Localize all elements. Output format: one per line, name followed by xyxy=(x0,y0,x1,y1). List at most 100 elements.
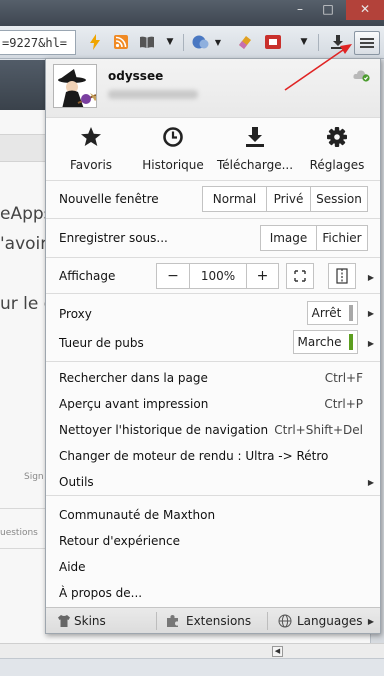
print-preview-shortcut: Ctrl+P xyxy=(324,397,363,411)
proxy-submenu-arrow-icon[interactable]: ▶ xyxy=(368,309,374,318)
extensions-button[interactable]: Extensions xyxy=(186,608,251,634)
reader-book-icon[interactable] xyxy=(136,31,158,53)
zoom-out-button[interactable]: − xyxy=(157,264,189,288)
skins-tshirt-icon xyxy=(58,615,70,627)
zoom-control: − 100% + xyxy=(156,263,279,289)
adblock-state: Marche xyxy=(297,335,342,349)
profile-email-blurred xyxy=(108,90,198,99)
footer-separator xyxy=(156,612,157,630)
globe-icon xyxy=(278,614,292,628)
page-text-fragment: 'avoir xyxy=(0,234,48,254)
new-window-label: Nouvelle fenêtre xyxy=(59,192,159,206)
window-title-bar: – □ ✕ xyxy=(0,0,384,26)
toolbox-icon[interactable] xyxy=(262,31,284,53)
clear-history-item[interactable]: Nettoyer l'historique de navigation xyxy=(59,423,268,437)
minimize-icon[interactable]: – xyxy=(286,0,314,20)
gear-icon xyxy=(327,127,347,147)
history-button[interactable]: Historique xyxy=(131,124,215,180)
main-menu-button[interactable] xyxy=(354,31,380,55)
skins-button[interactable]: Skins xyxy=(74,608,106,634)
save-as-image-button[interactable]: Image xyxy=(261,226,316,250)
browser-toolbar: =9227&hl= ▼ ▼ ▼ xyxy=(0,26,384,59)
settings-label: Réglages xyxy=(309,158,365,172)
fullscreen-icon xyxy=(294,270,306,282)
find-in-page-item[interactable]: Rechercher dans la page xyxy=(59,371,208,385)
separator xyxy=(46,361,380,362)
lightning-icon[interactable] xyxy=(84,31,106,53)
help-item[interactable]: Aide xyxy=(59,560,86,574)
settings-button[interactable]: Réglages xyxy=(295,124,379,180)
translate-icon[interactable] xyxy=(190,31,212,53)
find-in-page-shortcut: Ctrl+F xyxy=(324,371,363,385)
maximize-icon[interactable]: □ xyxy=(314,0,342,20)
proxy-off-indicator xyxy=(349,305,353,321)
clock-icon xyxy=(163,127,183,147)
main-menu-dropdown: odyssee Favoris Historique Télécharge...… xyxy=(45,58,381,634)
split-view-icon xyxy=(336,268,348,284)
new-window-normal-button[interactable]: Normal xyxy=(203,187,266,211)
toolbar-separator xyxy=(183,34,184,51)
adblock-submenu-arrow-icon[interactable]: ▶ xyxy=(368,339,374,348)
separator xyxy=(46,180,380,181)
chevron-down-icon[interactable]: ▼ xyxy=(212,31,224,53)
new-window-options: Normal Privé Session xyxy=(202,186,368,212)
profile-username: odyssee xyxy=(108,69,164,83)
adblock-label: Tueur de pubs xyxy=(59,336,144,350)
page-small-text: Sign xyxy=(24,472,44,482)
save-as-options: Image Fichier xyxy=(260,225,368,251)
download-icon[interactable] xyxy=(327,31,349,53)
rss-icon[interactable] xyxy=(110,31,132,53)
downloads-button[interactable]: Télécharge... xyxy=(213,124,297,180)
proxy-toggle[interactable]: Arrêt xyxy=(307,301,358,325)
profile-header[interactable]: odyssee xyxy=(46,59,380,117)
zoom-in-button[interactable]: + xyxy=(246,264,278,288)
star-icon xyxy=(81,127,101,146)
menu-lines-icon xyxy=(360,38,374,40)
community-item[interactable]: Communauté de Maxthon xyxy=(59,508,215,522)
page-header-banner xyxy=(0,60,46,110)
divider xyxy=(0,508,46,509)
separator xyxy=(46,117,380,118)
print-preview-item[interactable]: Aperçu avant impression xyxy=(59,397,208,411)
menu-footer: Skins Extensions Languages ▶ xyxy=(46,607,380,633)
about-item[interactable]: À propos de... xyxy=(59,586,142,600)
horizontal-scrollbar[interactable]: ◀ xyxy=(0,643,384,658)
save-as-file-button[interactable]: Fichier xyxy=(316,226,367,250)
proxy-state: Arrêt xyxy=(311,306,342,320)
eraser-icon[interactable] xyxy=(234,31,256,53)
split-view-button[interactable] xyxy=(328,263,356,289)
chevron-down-icon[interactable]: ▼ xyxy=(162,31,178,53)
close-icon[interactable]: ✕ xyxy=(346,0,384,20)
separator xyxy=(46,293,380,294)
favorites-button[interactable]: Favoris xyxy=(49,124,133,180)
languages-button[interactable]: Languages xyxy=(297,608,362,634)
cloud-sync-icon[interactable] xyxy=(353,68,371,82)
extensions-puzzle-icon xyxy=(167,615,178,627)
avatar xyxy=(53,64,97,108)
feedback-item[interactable]: Retour d'expérience xyxy=(59,534,180,548)
tools-item[interactable]: Outils xyxy=(59,475,94,489)
languages-submenu-arrow-icon[interactable]: ▶ xyxy=(368,617,374,626)
address-bar[interactable]: =9227&hl= xyxy=(0,30,76,55)
new-window-private-button[interactable]: Privé xyxy=(266,187,310,211)
display-submenu-arrow-icon[interactable]: ▶ xyxy=(368,273,374,282)
scroll-left-icon[interactable]: ◀ xyxy=(272,646,283,657)
chevron-down-icon[interactable]: ▼ xyxy=(293,31,315,53)
favorites-label: Favoris xyxy=(69,158,113,172)
proxy-label: Proxy xyxy=(59,307,92,321)
separator xyxy=(46,218,380,219)
switch-render-engine-item[interactable]: Changer de moteur de rendu : Ultra -> Ré… xyxy=(59,449,328,463)
downloads-label: Télécharge... xyxy=(216,158,294,172)
history-label: Historique xyxy=(142,158,204,172)
divider xyxy=(0,548,46,549)
tools-submenu-arrow-icon[interactable]: ▶ xyxy=(368,478,374,487)
separator xyxy=(46,495,380,496)
status-bar xyxy=(0,658,384,676)
display-label: Affichage xyxy=(59,269,116,283)
fullscreen-button[interactable] xyxy=(286,263,314,289)
adblock-on-indicator xyxy=(349,334,353,350)
toolbar-separator xyxy=(318,34,319,51)
new-window-session-button[interactable]: Session xyxy=(310,187,367,211)
adblock-toggle[interactable]: Marche xyxy=(293,330,358,354)
save-as-label: Enregistrer sous... xyxy=(59,231,168,245)
